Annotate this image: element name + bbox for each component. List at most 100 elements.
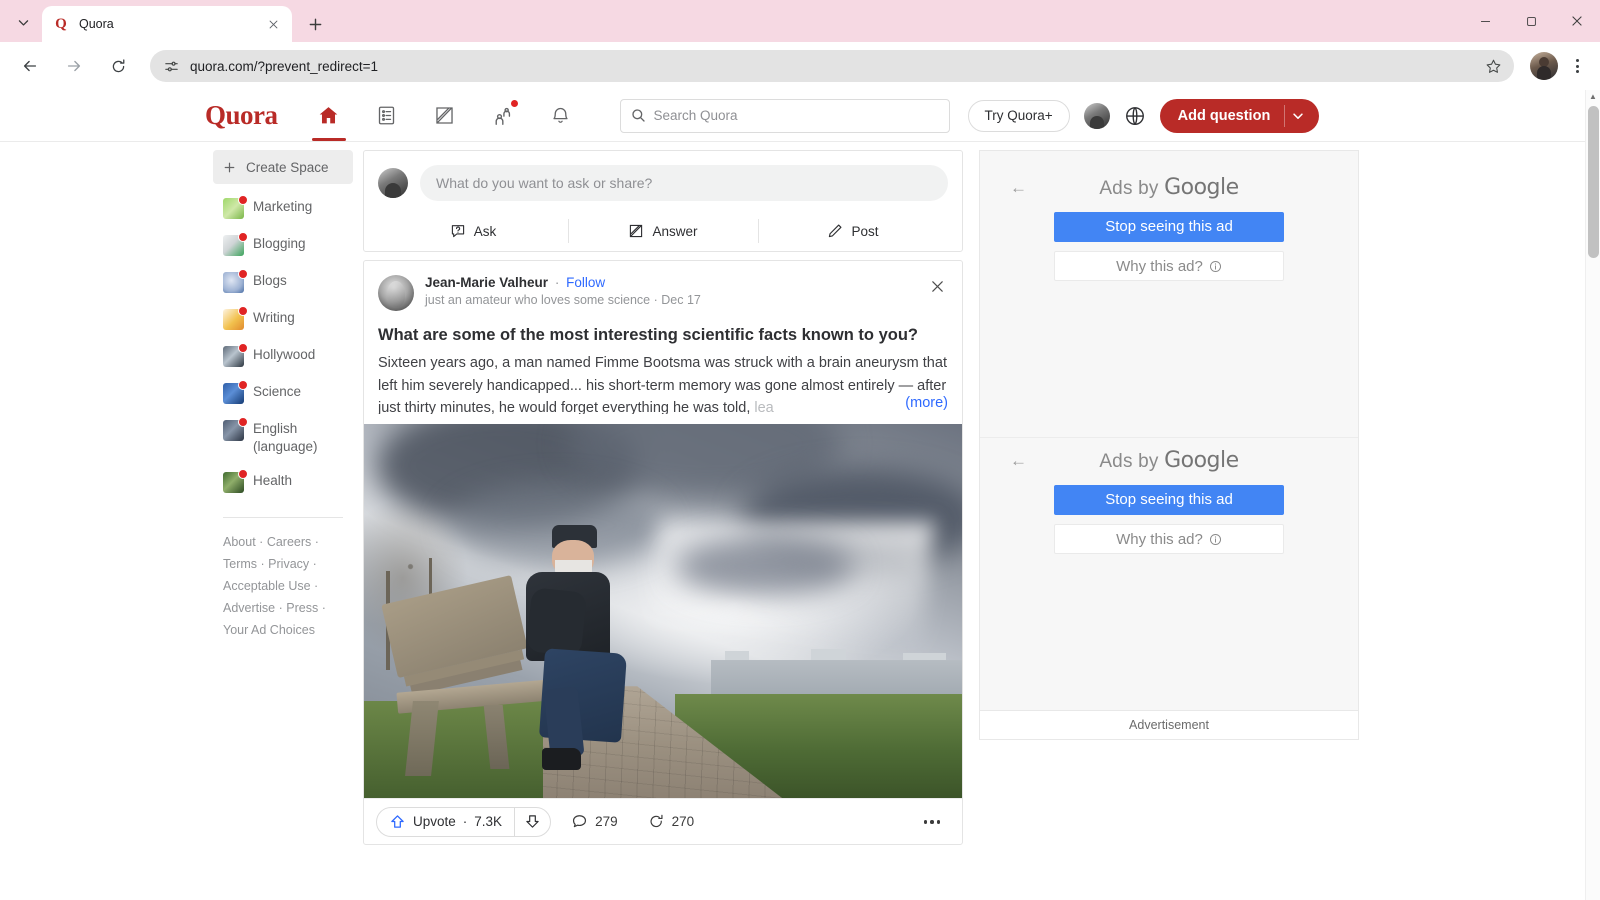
scrollbar-thumb[interactable] [1588,106,1599,258]
post-author-name[interactable]: Jean-Marie Valheur [425,275,548,290]
globe-icon[interactable] [1124,105,1146,127]
window-close-icon[interactable] [1554,0,1600,42]
sidebar-item-science[interactable]: Science [213,375,353,412]
spaces-notification-badge [509,98,519,108]
quora-logo[interactable]: Quora [205,100,278,131]
composer-answer-button[interactable]: Answer [568,217,758,245]
composer-avatar [378,168,408,198]
browser-profile-avatar[interactable] [1530,52,1558,80]
window-minimize-icon[interactable] [1462,0,1508,42]
footer-link-about[interactable]: About [223,535,256,549]
google-wordmark: Google [1164,448,1239,473]
bookmark-star-icon[interactable] [1485,58,1502,75]
composer-actions: Ask Answer Post [378,211,948,251]
sidebar-item-hollywood[interactable]: Hollywood [213,338,353,375]
browser-tab[interactable]: Q Quora [42,6,292,42]
space-icon-health [223,469,248,494]
post-body: Sixteen years ago, a man named Fimme Boo… [364,346,962,415]
nav-following[interactable] [358,91,416,141]
post-author-avatar[interactable] [378,275,414,311]
page-scrollbar[interactable]: ▲ [1585,90,1600,900]
feed-column: What do you want to ask or share? Ask An… [363,150,963,900]
share-repost-icon [650,815,663,828]
sidebar-item-english[interactable]: English (language) [213,412,353,464]
composer-post-button[interactable]: Post [758,217,948,245]
footer-separator: · [260,557,265,572]
reload-icon[interactable] [102,50,134,82]
sidebar-item-blogging[interactable]: Blogging [213,227,353,264]
post-more-options-icon[interactable] [914,820,951,824]
post-pencil-icon [829,224,842,238]
footer-link-careers[interactable]: Careers [267,535,311,549]
composer-input[interactable]: What do you want to ask or share? [420,165,948,201]
nav-notifications[interactable] [532,91,590,141]
stop-seeing-this-ad-button[interactable]: Stop seeing this ad [1054,212,1284,242]
nav-home[interactable] [300,91,358,141]
tab-close-icon[interactable] [264,15,282,33]
post-header: Jean-Marie Valheur · Follow just an amat… [364,261,962,311]
user-avatar[interactable] [1083,102,1110,129]
nav-answer[interactable] [416,91,474,141]
seated-man [508,525,640,772]
sidebar-item-label: Marketing [253,199,313,214]
why-this-ad-label: Why this ad? [1116,530,1203,548]
nav-spaces[interactable] [474,91,532,141]
post-separator: · [653,293,658,307]
upvote-button[interactable]: Upvote · 7.3K [377,808,514,836]
info-icon [1209,260,1221,272]
sidebar-item-blogs[interactable]: Blogs [213,264,353,301]
footer-link-press[interactable]: Press [286,601,318,615]
footer-link-ad-choices[interactable]: Your Ad Choices [223,623,315,637]
space-icon-science [223,380,248,404]
composer-ask-button[interactable]: Ask [378,217,568,245]
footer-link-acceptable-use[interactable]: Acceptable Use [223,579,311,593]
comment-button[interactable]: 279 [561,807,628,837]
footer-link-privacy[interactable]: Privacy [268,557,309,571]
new-tab-button[interactable] [300,9,330,39]
create-space-button[interactable]: Create Space [213,150,353,184]
sidebar-item-writing[interactable]: Writing [213,301,353,338]
footer-separator: · [321,601,326,616]
why-this-ad-button[interactable]: Why this ad? [1054,524,1284,554]
create-space-label: Create Space [246,159,329,175]
sidebar: Create Space Marketing Blogging Blogs Wr… [205,150,353,900]
space-icon-writing [223,306,248,330]
post-image[interactable] [364,424,962,799]
ad-back-arrow-icon[interactable]: ← [1010,179,1027,196]
back-arrow-icon[interactable] [14,50,46,82]
post-separator: · [554,275,560,290]
post-close-icon[interactable] [926,275,948,297]
post-body-text: Sixteen years ago, a man named Fimme Boo… [378,355,947,415]
window-maximize-icon[interactable] [1508,0,1554,42]
scroll-up-arrow-icon[interactable]: ▲ [1586,92,1600,101]
browser-menu-icon[interactable] [1562,51,1592,81]
ad-unit-1: ← Ads by Google Stop seeing this ad Why … [980,165,1358,437]
why-this-ad-button[interactable]: Why this ad? [1054,251,1284,281]
chevron-down-icon[interactable] [1291,109,1313,123]
post-author-bio: just an amateur who loves some science [425,293,651,307]
ad-back-arrow-icon[interactable]: ← [1010,452,1027,469]
downvote-button[interactable] [514,807,550,836]
address-bar[interactable]: quora.com/?prevent_redirect=1 [150,50,1514,82]
site-settings-icon[interactable] [162,57,180,75]
tab-search-icon[interactable] [6,5,40,39]
quora-search-input[interactable]: Search Quora [619,98,950,133]
add-question-button[interactable]: Add question [1159,98,1320,133]
post-follow-link[interactable]: Follow [566,275,605,290]
footer-link-advertise[interactable]: Advertise [223,601,275,615]
share-button[interactable]: 270 [638,807,705,837]
sidebar-item-health[interactable]: Health [213,464,353,501]
space-icon-marketing [223,195,248,219]
try-quora-plus-button[interactable]: Try Quora+ [967,99,1070,132]
sidebar-item-marketing[interactable]: Marketing [213,190,353,227]
forward-arrow-icon[interactable] [58,50,90,82]
composer-post-label: Post [851,223,879,239]
stop-seeing-this-ad-button[interactable]: Stop seeing this ad [1054,485,1284,515]
footer-link-terms[interactable]: Terms [223,557,257,571]
upvote-label: Upvote [413,814,456,830]
ads-by-google-label: Ads by Google [980,438,1358,473]
sidebar-footer: About · Careers · Terms · Privacy · Acce… [213,532,353,641]
post-more-link[interactable]: (more) [903,391,948,415]
post-title[interactable]: What are some of the most interesting sc… [364,311,962,346]
upvote-separator: · [462,814,468,830]
